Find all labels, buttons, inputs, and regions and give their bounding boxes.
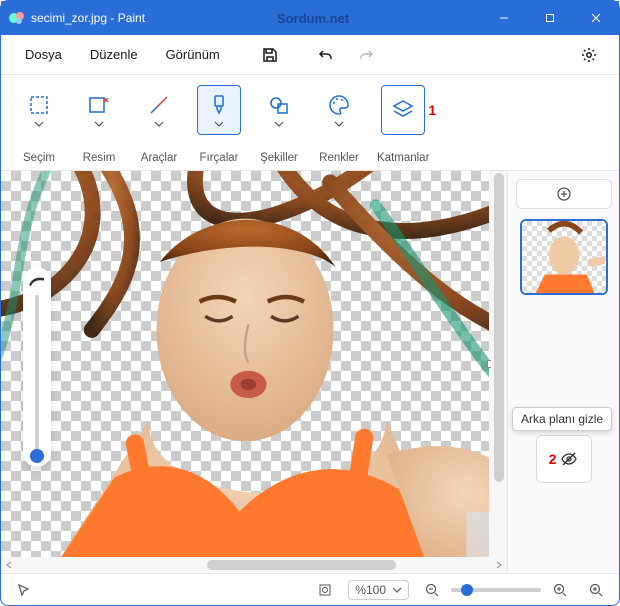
colors-label: Renkler: [319, 152, 359, 164]
window-title: secimi_zor.jpg - Paint: [31, 11, 145, 25]
window-controls: [481, 1, 619, 35]
annotation-marker-1: 1: [428, 102, 436, 118]
canvas-wrap: [1, 171, 507, 573]
brush-preview-icon: [29, 277, 45, 287]
hide-background-button[interactable]: 2: [536, 435, 592, 483]
horizontal-scrollbar[interactable]: [1, 557, 507, 573]
group-shapes: Şekiller: [251, 81, 307, 170]
minimize-button[interactable]: [481, 1, 527, 35]
vertical-scrollbar[interactable]: [491, 171, 507, 557]
layers-panel: Arka planı gizle 2: [507, 171, 619, 573]
colors-tool[interactable]: [317, 85, 361, 135]
brush-slider-track[interactable]: [35, 295, 39, 457]
zoom-slider-thumb[interactable]: [461, 584, 473, 596]
canvas-image: [1, 171, 489, 557]
brushes-label: Fırçalar: [200, 152, 239, 164]
group-brushes: Fırçalar: [191, 81, 247, 170]
group-image: Resim: [71, 81, 127, 170]
zoom-max-button[interactable]: [583, 577, 609, 603]
settings-button[interactable]: [571, 39, 607, 71]
image-label: Resim: [83, 152, 116, 164]
menu-file[interactable]: Dosya: [13, 41, 74, 68]
redo-button[interactable]: [348, 39, 384, 71]
zoom-out-button[interactable]: [419, 577, 445, 603]
fit-to-screen-icon[interactable]: [312, 577, 338, 603]
zoom-in-button[interactable]: [547, 577, 573, 603]
image-tool[interactable]: [77, 85, 121, 135]
add-layer-button[interactable]: [516, 179, 612, 209]
hscroll-left-icon[interactable]: [1, 557, 17, 573]
cursor-tool-icon[interactable]: [11, 577, 37, 603]
status-bar: %100: [1, 573, 619, 605]
zoom-slider-track[interactable]: [451, 588, 541, 592]
app-icon: [9, 10, 25, 26]
brush-slider-thumb[interactable]: [30, 449, 44, 463]
layer-thumbnail[interactable]: [520, 219, 608, 295]
shapes-tool[interactable]: [257, 85, 301, 135]
zoom-slider: [419, 577, 573, 603]
brush-size-slider[interactable]: [23, 267, 51, 467]
title-bar: secimi_zor.jpg - Paint Sordum.net: [1, 1, 619, 35]
ribbon-toolbar: Seçim Resim Araçlar Fırçalar Şekiller: [1, 75, 619, 171]
save-button[interactable]: [252, 39, 288, 71]
brushes-tool[interactable]: [197, 85, 241, 135]
layers-label: Katmanlar: [377, 152, 429, 164]
group-layers: 1 Katmanlar: [371, 81, 435, 170]
main-area: Arka planı gizle 2: [1, 171, 619, 573]
group-selection: Seçim: [11, 81, 67, 170]
hscroll-right-icon[interactable]: [491, 557, 507, 573]
undo-button[interactable]: [308, 39, 344, 71]
group-tools: Araçlar: [131, 81, 187, 170]
close-button[interactable]: [573, 1, 619, 35]
maximize-button[interactable]: [527, 1, 573, 35]
selection-label: Seçim: [23, 152, 55, 164]
layers-tool[interactable]: 1: [381, 85, 425, 135]
hide-background-tooltip: Arka planı gizle: [512, 407, 612, 431]
zoom-value: %100: [355, 583, 386, 597]
tools-tool[interactable]: [137, 85, 181, 135]
selection-tool[interactable]: [17, 85, 61, 135]
shapes-label: Şekiller: [260, 152, 298, 164]
watermark: Sordum.net: [145, 11, 481, 26]
menu-view[interactable]: Görünüm: [154, 41, 232, 68]
menu-edit[interactable]: Düzenle: [78, 41, 150, 68]
canvas-area[interactable]: [1, 171, 507, 557]
tools-label: Araçlar: [141, 152, 177, 164]
chevron-down-icon: [392, 587, 402, 593]
annotation-marker-2: 2: [549, 451, 557, 467]
menu-bar: Dosya Düzenle Görünüm: [1, 35, 619, 75]
group-colors: Renkler: [311, 81, 367, 170]
eye-off-icon: [560, 450, 578, 468]
zoom-dropdown[interactable]: %100: [348, 580, 409, 600]
